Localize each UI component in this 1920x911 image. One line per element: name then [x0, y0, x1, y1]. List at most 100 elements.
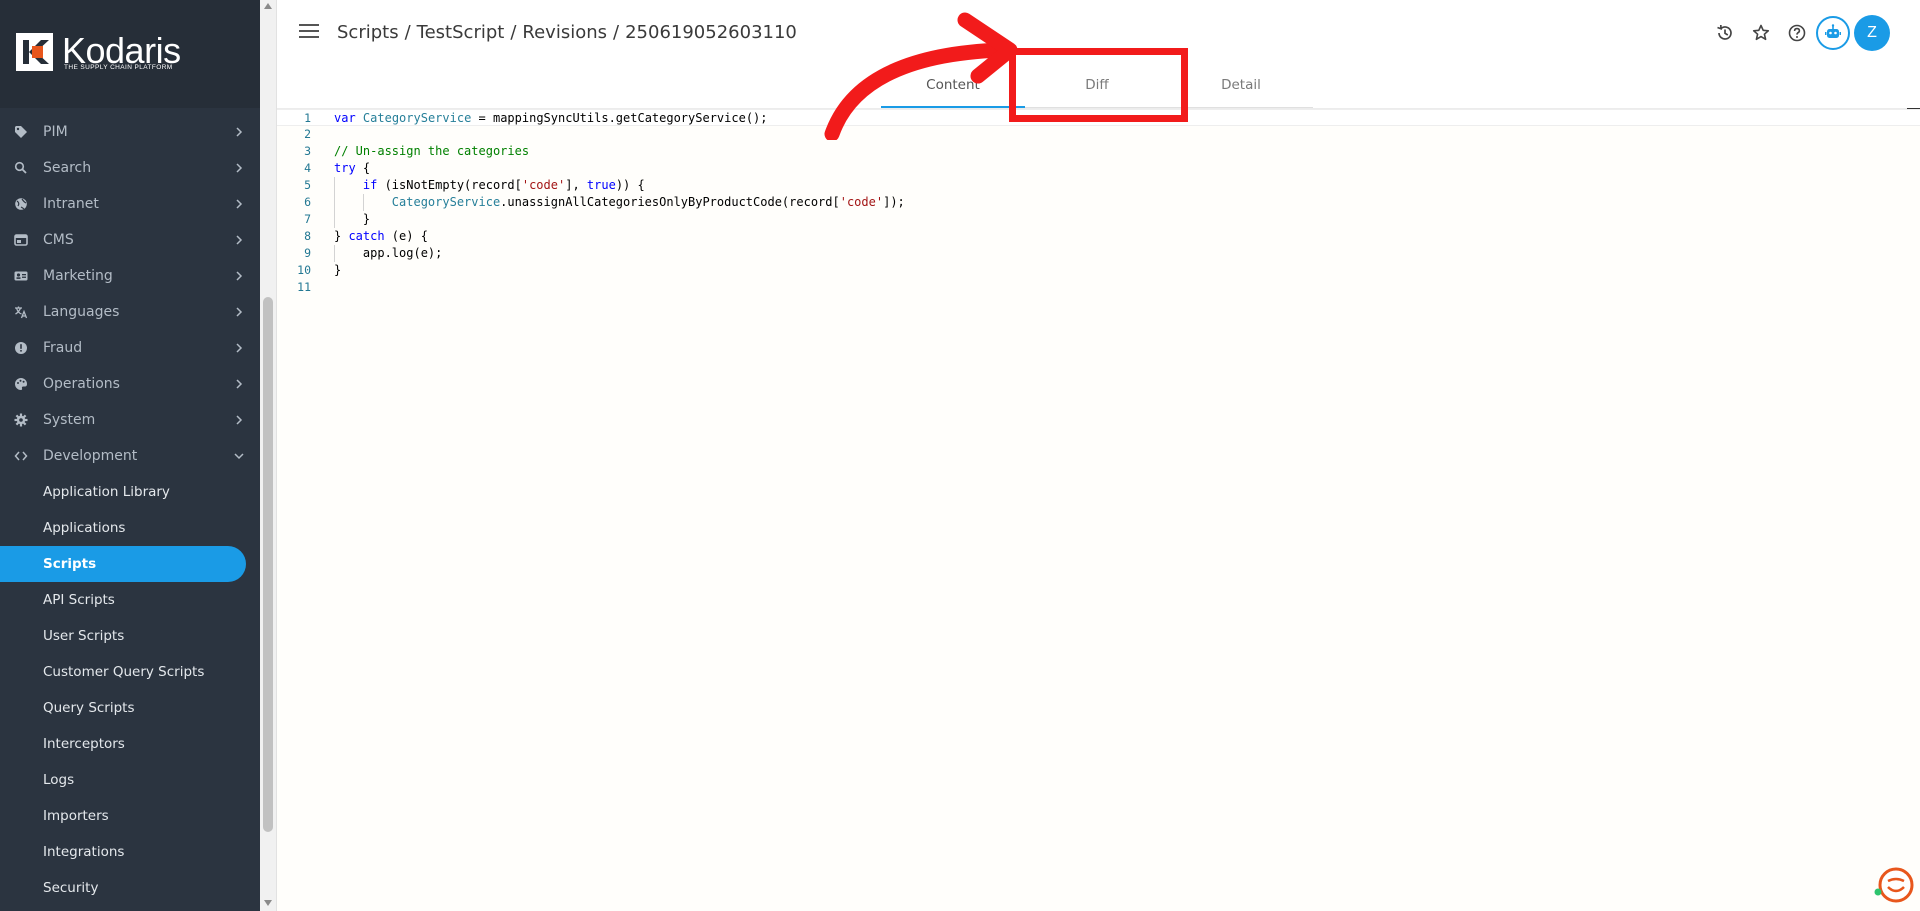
sidebar-item-development[interactable]: Development — [0, 438, 260, 474]
sidebar-item-intranet[interactable]: Intranet — [0, 186, 260, 222]
line-number: 1 — [304, 111, 311, 125]
code-text: // Un-assign the categories — [334, 144, 530, 158]
sidebar-item-cms[interactable]: CMS — [0, 222, 260, 258]
code-line: 6 CategoryService.unassignAllCategoriesO… — [277, 194, 1920, 211]
sidebar-item-scripts[interactable]: Scripts — [0, 546, 246, 582]
sidebar-item-label: Logs — [43, 772, 75, 788]
sidebar-item-languages[interactable]: Languages — [0, 294, 260, 330]
code-line: 9 app.log(e); — [277, 245, 1920, 262]
sidebar-item-label: Integrations — [43, 844, 125, 860]
line-number: 9 — [304, 246, 311, 260]
breadcrumb-item[interactable]: TestScript — [417, 22, 505, 43]
sidebar-item-label: System — [43, 412, 96, 428]
sidebar-item-query-scripts[interactable]: Query Scripts — [0, 690, 260, 726]
alert-icon — [15, 342, 27, 354]
line-number: 2 — [304, 127, 311, 141]
sidebar-item-interceptors[interactable]: Interceptors — [0, 726, 260, 762]
sidebar-item-customer-query-scripts[interactable]: Customer Query Scripts — [0, 654, 260, 690]
sidebar-item-label: Scripts — [43, 556, 97, 572]
sidebar-scrollbar[interactable] — [260, 0, 277, 911]
breadcrumb-item[interactable]: Revisions — [522, 22, 607, 43]
sidebar-item-fraud[interactable]: Fraud — [0, 330, 260, 366]
help-icon[interactable] — [1780, 16, 1814, 50]
code-line: 11 — [277, 279, 1920, 296]
avatar-initial: Z — [1867, 24, 1877, 41]
sidebar-item-label: Security — [43, 880, 99, 896]
code-text: if (isNotEmpty(record['code'], true)) { — [362, 178, 645, 192]
sidebar: Kodaris THE SUPPLY CHAIN PLATFORM PIM Se… — [0, 0, 260, 911]
chevron-down-icon — [234, 453, 244, 460]
breadcrumb: Scripts / TestScript / Revisions/25061905260… — [337, 22, 797, 43]
chevron-right-icon — [236, 415, 243, 425]
id-card-icon — [14, 271, 28, 281]
history-icon[interactable] — [1708, 16, 1742, 50]
brand-tagline: THE SUPPLY CHAIN PLATFORM — [64, 64, 173, 71]
code-line: 5 if (isNotEmpty(record['code'], true)) … — [277, 177, 1920, 194]
sidebar-item-label: API Scripts — [43, 592, 115, 608]
chevron-right-icon — [236, 271, 243, 281]
breadcrumb-item[interactable]: Scripts — [337, 22, 399, 43]
translate-icon — [15, 306, 28, 319]
code-text: app.log(e); — [334, 246, 443, 260]
line-number: 3 — [304, 144, 311, 158]
breadcrumb-separator: / — [613, 22, 620, 43]
chevron-right-icon — [236, 343, 243, 353]
scroll-down-arrow-icon[interactable] — [264, 900, 272, 906]
sidebar-item-label: Application Library — [43, 484, 170, 500]
code-text: } — [334, 212, 371, 226]
code-line: 3 // Un-assign the categories — [277, 143, 1920, 160]
menu-icon[interactable] — [299, 24, 319, 40]
breadcrumb-separator: / — [510, 22, 517, 43]
sidebar-item-security[interactable]: Security — [0, 870, 260, 906]
sidebar-item-label: Applications — [43, 520, 126, 536]
avatar[interactable]: Z — [1854, 15, 1890, 51]
sidebar-nav: PIM Search Intranet CMS Marketing Langua… — [0, 114, 260, 906]
sidebar-item-label: Search — [43, 160, 92, 176]
sidebar-item-api-scripts[interactable]: API Scripts — [0, 582, 260, 618]
sidebar-item-application-library[interactable]: Application Library — [0, 474, 260, 510]
sidebar-item-label: PIM — [43, 124, 68, 140]
line-number: 7 — [304, 212, 311, 226]
sidebar-item-pim[interactable]: PIM — [0, 114, 260, 150]
sidebar-item-system[interactable]: System — [0, 402, 260, 438]
tab-detail[interactable]: Detail — [1169, 68, 1313, 108]
tag-icon — [15, 126, 27, 138]
chat-widget-icon[interactable] — [1874, 865, 1914, 905]
annotation-arrow — [824, 12, 1018, 140]
code-text: } — [334, 263, 342, 277]
code-text: } catch (e) { — [334, 229, 428, 243]
code-line: 2 — [277, 126, 1920, 143]
sidebar-item-integrations[interactable]: Integrations — [0, 834, 260, 870]
window-icon — [14, 234, 28, 246]
sidebar-item-label: Query Scripts — [43, 700, 135, 716]
sidebar-item-user-scripts[interactable]: User Scripts — [0, 618, 260, 654]
globe-icon — [15, 198, 27, 210]
robot-icon[interactable] — [1816, 16, 1850, 50]
line-number: 5 — [304, 178, 311, 192]
sidebar-item-marketing[interactable]: Marketing — [0, 258, 260, 294]
star-icon[interactable] — [1744, 16, 1778, 50]
sidebar-item-label: Development — [43, 448, 138, 464]
breadcrumb-item: 250619052603110 — [625, 22, 797, 43]
chevron-right-icon — [236, 235, 243, 245]
sidebar-item-label: Intranet — [43, 196, 99, 212]
palette-icon — [15, 378, 27, 390]
sidebar-item-importers[interactable]: Importers — [0, 798, 260, 834]
logo[interactable]: Kodaris THE SUPPLY CHAIN PLATFORM — [0, 0, 260, 108]
scroll-up-arrow-icon[interactable] — [264, 3, 272, 9]
line-number: 6 — [304, 195, 311, 209]
gear-icon — [14, 413, 28, 427]
kodaris-logo-icon — [16, 33, 53, 71]
sidebar-item-label: Marketing — [43, 268, 113, 284]
scrollbar-thumb[interactable] — [263, 297, 273, 832]
code-text: var CategoryService = mappingSyncUtils.g… — [334, 111, 768, 125]
code-editor[interactable]: 1 var CategoryService = mappingSyncUtils… — [277, 108, 1920, 911]
chevron-right-icon — [236, 307, 243, 317]
sidebar-item-applications[interactable]: Applications — [0, 510, 260, 546]
breadcrumb-separator: / — [404, 22, 411, 43]
code-line: 8 } catch (e) { — [277, 228, 1920, 245]
sidebar-item-logs[interactable]: Logs — [0, 762, 260, 798]
line-number: 10 — [297, 263, 311, 277]
sidebar-item-search[interactable]: Search — [0, 150, 260, 186]
sidebar-item-operations[interactable]: Operations — [0, 366, 260, 402]
